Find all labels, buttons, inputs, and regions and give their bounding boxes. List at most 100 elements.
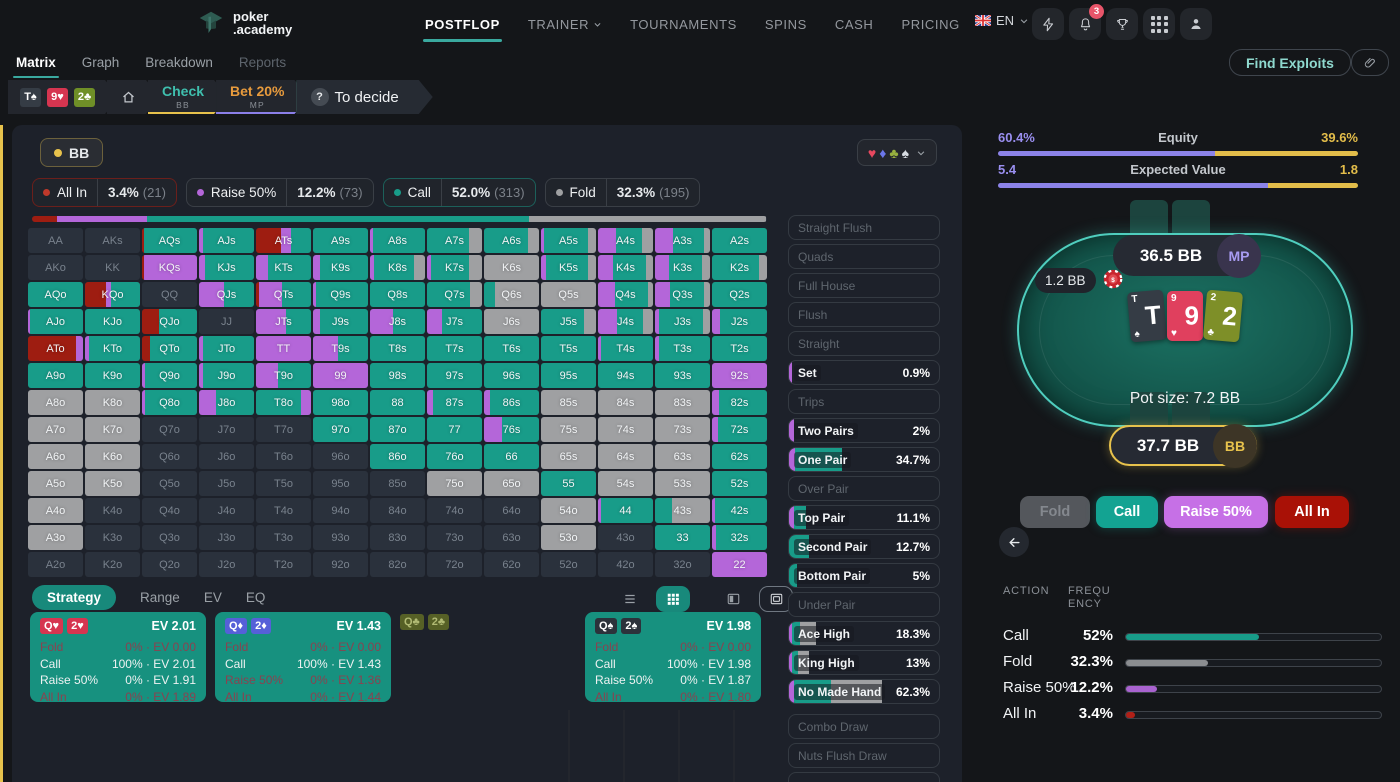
mode-tab-ev[interactable]: EV (204, 590, 222, 605)
matrix-cell-K8s[interactable]: K8s (370, 255, 425, 280)
matrix-cell-72s[interactable]: 72s (712, 417, 767, 442)
matrix-cell-Q8s[interactable]: Q8s (370, 282, 425, 307)
tab-reports[interactable]: Reports (239, 55, 286, 78)
matrix-cell-A3o[interactable]: A3o (28, 525, 83, 550)
matrix-cell-98s[interactable]: 98s (370, 363, 425, 388)
matrix-cell-64s[interactable]: 64s (598, 444, 653, 469)
apps-menu-button[interactable] (1143, 8, 1175, 40)
matrix-cell-JTo[interactable]: JTo (199, 336, 254, 361)
matrix-cell-85o[interactable]: 85o (370, 471, 425, 496)
matrix-cell-J7o[interactable]: J7o (199, 417, 254, 442)
matrix-cell-AKs[interactable]: AKs (85, 228, 140, 253)
matrix-cell-55[interactable]: 55 (541, 471, 596, 496)
language-selector[interactable]: EN (975, 13, 1029, 28)
matrix-cell-76s[interactable]: 76s (484, 417, 539, 442)
matrix-cell-K7o[interactable]: K7o (85, 417, 140, 442)
mode-tab-range[interactable]: Range (140, 590, 180, 605)
category-one-pair[interactable]: One Pair34.7% (788, 447, 940, 472)
matrix-cell-A5s[interactable]: A5s (541, 228, 596, 253)
action-button-raise-50-[interactable]: Raise 50% (1164, 496, 1268, 528)
matrix-cell-73o[interactable]: 73o (427, 525, 482, 550)
folded-combo-badges[interactable]: Q♣2♣ (400, 614, 449, 630)
matrix-cell-J7s[interactable]: J7s (427, 309, 482, 334)
matrix-cell-99[interactable]: 99 (313, 363, 368, 388)
matrix-cell-83o[interactable]: 83o (370, 525, 425, 550)
matrix-cell-74o[interactable]: 74o (427, 498, 482, 523)
matrix-cell-44[interactable]: 44 (598, 498, 653, 523)
matrix-cell-62s[interactable]: 62s (712, 444, 767, 469)
matrix-cell-73s[interactable]: 73s (655, 417, 710, 442)
matrix-cell-A6o[interactable]: A6o (28, 444, 83, 469)
matrix-cell-94o[interactable]: 94o (313, 498, 368, 523)
combo-card[interactable]: Q♥2♥EV 2.01Fold0% · EV 0.00Call100% · EV… (30, 612, 206, 702)
matrix-cell-86s[interactable]: 86s (484, 390, 539, 415)
matrix-cell-K3o[interactable]: K3o (85, 525, 140, 550)
matrix-cell-43o[interactable]: 43o (598, 525, 653, 550)
leaderboard-button[interactable] (1106, 8, 1138, 40)
matrix-cell-JTs[interactable]: JTs (256, 309, 311, 334)
matrix-cell-T8s[interactable]: T8s (370, 336, 425, 361)
matrix-cell-J9s[interactable]: J9s (313, 309, 368, 334)
matrix-cell-AJs[interactable]: AJs (199, 228, 254, 253)
matrix-cell-KJo[interactable]: KJo (85, 309, 140, 334)
matrix-cell-KTs[interactable]: KTs (256, 255, 311, 280)
matrix-cell-J2s[interactable]: J2s (712, 309, 767, 334)
matrix-cell-93o[interactable]: 93o (313, 525, 368, 550)
player-position-chip[interactable]: BB (40, 138, 103, 167)
split-panel-button[interactable] (716, 586, 750, 612)
matrix-cell-Q7o[interactable]: Q7o (142, 417, 197, 442)
matrix-cell-T4o[interactable]: T4o (256, 498, 311, 523)
matrix-cell-AKo[interactable]: AKo (28, 255, 83, 280)
matrix-cell-AA[interactable]: AA (28, 228, 83, 253)
category-combo-draw[interactable]: Combo Draw (788, 714, 940, 739)
matrix-cell-T4s[interactable]: T4s (598, 336, 653, 361)
matrix-cell-97s[interactable]: 97s (427, 363, 482, 388)
matrix-cell-T7s[interactable]: T7s (427, 336, 482, 361)
matrix-cell-42s[interactable]: 42s (712, 498, 767, 523)
matrix-cell-77[interactable]: 77 (427, 417, 482, 442)
mode-tab-strategy[interactable]: Strategy (32, 585, 116, 610)
matrix-cell-62o[interactable]: 62o (484, 552, 539, 577)
category-full-house[interactable]: Full House (788, 273, 940, 298)
matrix-cell-52o[interactable]: 52o (541, 552, 596, 577)
matrix-cell-42o[interactable]: 42o (598, 552, 653, 577)
suit-filter-dropdown[interactable]: ♥♦♣♠ (857, 139, 937, 166)
matrix-cell-A8s[interactable]: A8s (370, 228, 425, 253)
matrix-cell-T8o[interactable]: T8o (256, 390, 311, 415)
matrix-cell-T2s[interactable]: T2s (712, 336, 767, 361)
matrix-cell-96s[interactable]: 96s (484, 363, 539, 388)
matrix-cell-QTs[interactable]: QTs (256, 282, 311, 307)
matrix-cell-53o[interactable]: 53o (541, 525, 596, 550)
matrix-cell-Q7s[interactable]: Q7s (427, 282, 482, 307)
nav-item-tournaments[interactable]: TOURNAMENTS (630, 11, 737, 38)
nav-item-spins[interactable]: SPINS (765, 11, 807, 38)
breadcrumb-to-decide[interactable]: ?To decide (297, 80, 433, 114)
matrix-cell-53s[interactable]: 53s (655, 471, 710, 496)
matrix-cell-K2s[interactable]: K2s (712, 255, 767, 280)
matrix-cell-63o[interactable]: 63o (484, 525, 539, 550)
stat-chip-fold[interactable]: Fold32.3%(195) (545, 178, 701, 207)
matrix-cell-Q5s[interactable]: Q5s (541, 282, 596, 307)
matrix-cell-K7s[interactable]: K7s (427, 255, 482, 280)
tab-breakdown[interactable]: Breakdown (145, 55, 213, 78)
matrix-cell-A5o[interactable]: A5o (28, 471, 83, 496)
matrix-cell-A2s[interactable]: A2s (712, 228, 767, 253)
matrix-cell-63s[interactable]: 63s (655, 444, 710, 469)
matrix-cell-Q4o[interactable]: Q4o (142, 498, 197, 523)
matrix-cell-KJs[interactable]: KJs (199, 255, 254, 280)
matrix-cell-K9o[interactable]: K9o (85, 363, 140, 388)
matrix-cell-K5s[interactable]: K5s (541, 255, 596, 280)
matrix-cell-J8o[interactable]: J8o (199, 390, 254, 415)
matrix-cell-A2o[interactable]: A2o (28, 552, 83, 577)
matrix-cell-Q3o[interactable]: Q3o (142, 525, 197, 550)
action-button-all-in[interactable]: All In (1275, 496, 1349, 528)
matrix-cell-T9s[interactable]: T9s (313, 336, 368, 361)
matrix-cell-J9o[interactable]: J9o (199, 363, 254, 388)
matrix-cell-76o[interactable]: 76o (427, 444, 482, 469)
matrix-cell-82s[interactable]: 82s (712, 390, 767, 415)
matrix-cell-K3s[interactable]: K3s (655, 255, 710, 280)
matrix-cell-QJs[interactable]: QJs (199, 282, 254, 307)
matrix-cell-66[interactable]: 66 (484, 444, 539, 469)
matrix-cell-T6o[interactable]: T6o (256, 444, 311, 469)
matrix-cell-43s[interactable]: 43s (655, 498, 710, 523)
